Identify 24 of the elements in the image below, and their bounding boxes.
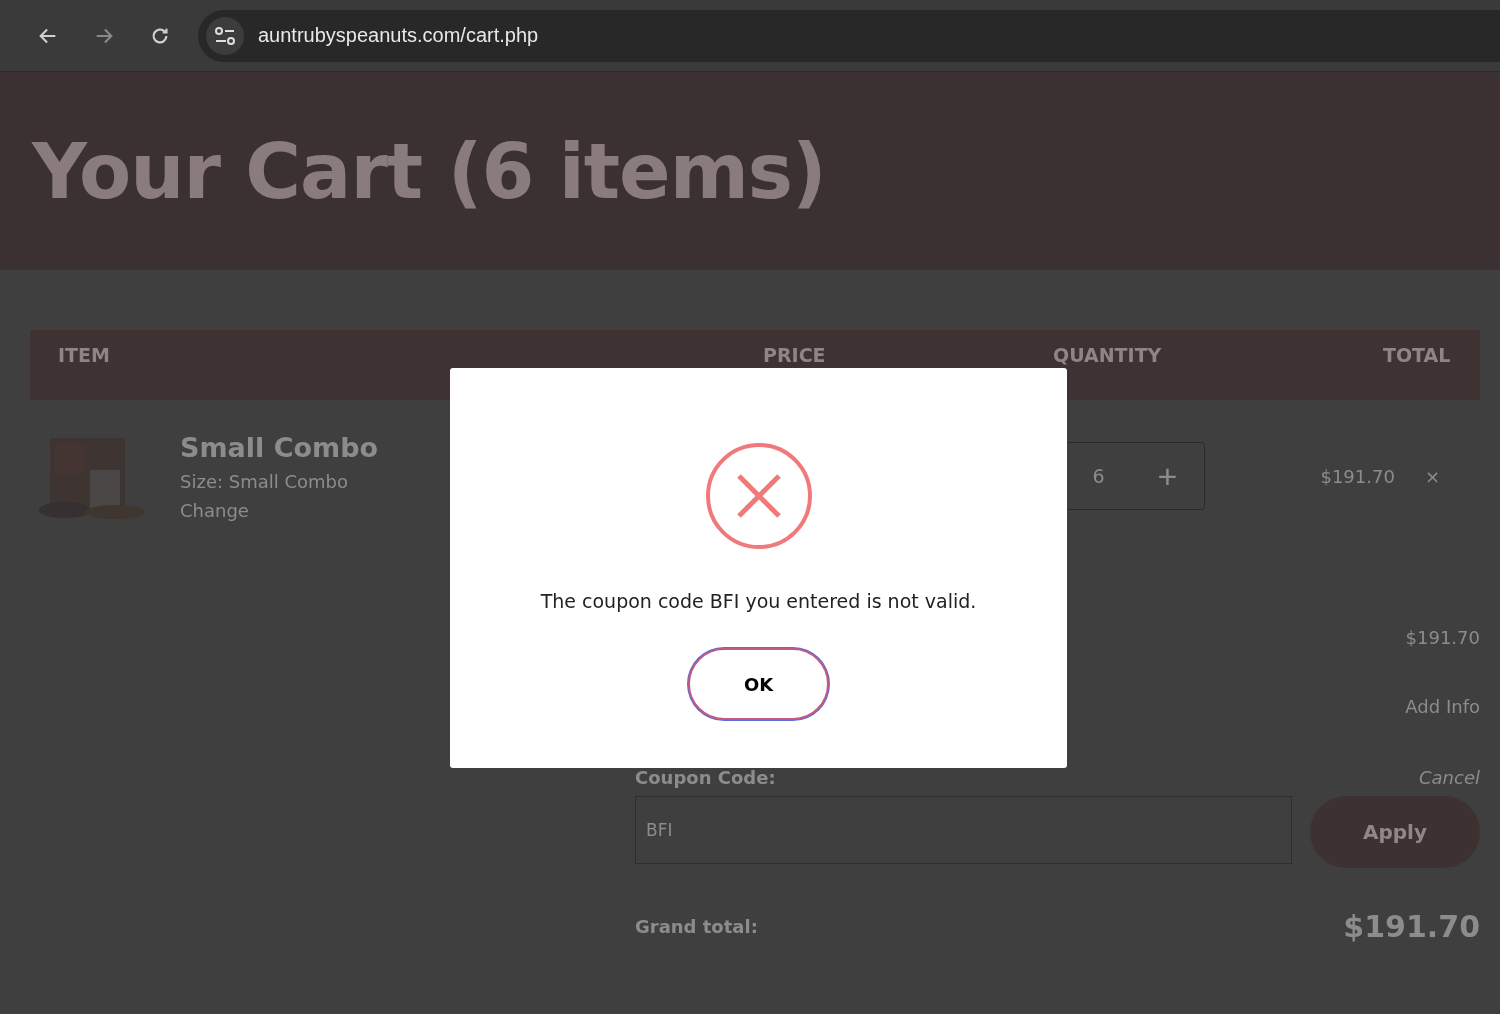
line-total: $191.70 [1320,465,1395,487]
cancel-link[interactable]: Cancel [1419,766,1480,788]
site-settings-icon[interactable] [206,16,244,55]
remove-button[interactable]: × [1424,465,1440,487]
column-header: ITEM [58,344,111,366]
address-bar[interactable]: auntrubyspeanuts.com/cart.php [198,9,1500,62]
increase-button[interactable]: + [1157,456,1178,496]
grand-total-label: Grand total: [635,915,758,937]
add-info-link[interactable]: Add Info [1405,695,1480,717]
coupon-field[interactable]: BFI [635,796,1292,864]
product-name: Small Combo [180,431,380,463]
error-message: The coupon code BFI you entered is not valid. [540,590,977,612]
product-size: Size: Small Combo [180,470,349,492]
column-header: TOTAL [1383,344,1451,366]
coupon-label: Coupon Code: [635,766,776,788]
column-header: QUANTITY [1053,344,1163,366]
subtotal-value: $191.70 [1405,626,1480,648]
ok-button[interactable]: OK [688,648,829,720]
apply-button[interactable]: Apply [1310,796,1480,868]
grand-total-value: $191.70 [1343,908,1480,944]
page-title: Your Cart (6 items) [32,126,826,216]
quantity-value: 6 [1092,465,1105,487]
column-header: PRICE [763,344,827,366]
error-icon [704,442,813,550]
